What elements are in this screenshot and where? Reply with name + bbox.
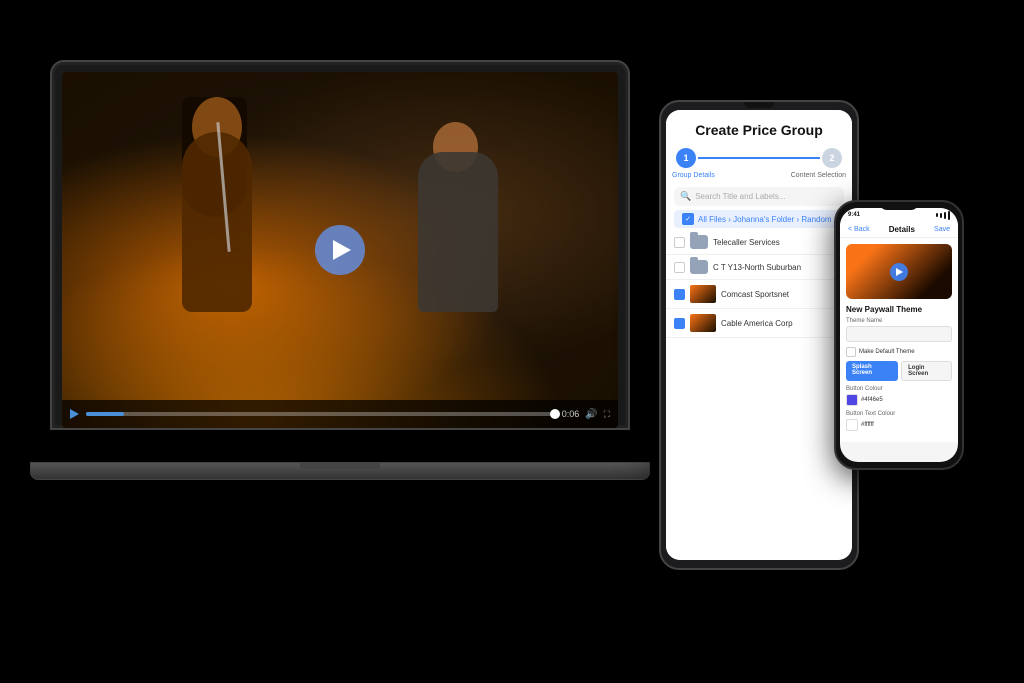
search-bar[interactable]: 🔍 Search Title and Labels... <box>674 187 844 206</box>
signal-bar-3 <box>944 212 946 219</box>
phone-time: 9:41 <box>848 212 860 218</box>
button-colour-field: #4f46e5 <box>846 394 952 406</box>
file-name-1: C T Y13-North Suburban <box>713 263 844 272</box>
step-labels: Group Details Content Selection <box>666 170 852 183</box>
make-default-label: Make Default Theme <box>859 349 915 355</box>
button-text-colour-field: #ffffff <box>846 419 952 431</box>
breadcrumb-text: All Files › Johanna's Folder › Random <box>698 215 832 224</box>
breadcrumb: ✓ All Files › Johanna's Folder › Random <box>674 210 844 228</box>
volume-icon[interactable]: 🔊 <box>585 409 597 420</box>
button-colour-value: #4f46e5 <box>861 397 883 403</box>
phone-video-play-icon[interactable] <box>890 263 908 281</box>
file-row-0[interactable]: Telecaller Services <box>666 230 852 255</box>
step-2-label: Content Selection <box>791 172 846 179</box>
laptop-screen: 0:06 🔊 ⛶ <box>50 60 630 430</box>
file-name-0: Telecaller Services <box>713 238 844 247</box>
singer-figure <box>162 92 322 312</box>
tablet-screen: Create Price Group 1 2 Group Details Con… <box>666 110 852 560</box>
tablet-title: Create Price Group <box>676 122 842 138</box>
stepper: 1 2 <box>666 142 852 170</box>
folder-icon-0 <box>690 235 708 249</box>
play-icon <box>333 240 351 260</box>
file-checkbox-1[interactable] <box>674 262 685 273</box>
laptop-display: 0:06 🔊 ⛶ <box>62 72 618 428</box>
step-1-circle: 1 <box>676 148 696 168</box>
step-1-number: 1 <box>683 153 688 163</box>
scene: 0:06 🔊 ⛶ Create Price Group <box>0 0 1024 683</box>
video-thumb-3 <box>690 314 716 332</box>
file-checkbox-0[interactable] <box>674 237 685 248</box>
signal-bar-1 <box>936 213 938 217</box>
progress-bar[interactable] <box>86 412 556 416</box>
laptop-base <box>30 462 650 480</box>
search-icon: 🔍 <box>680 191 691 202</box>
theme-name-label: Theme Name <box>846 318 952 324</box>
button-colour-group: Button Colour #4f46e5 <box>846 386 952 406</box>
phone-content: New Paywall Theme Theme Name Make Defaul… <box>840 238 958 442</box>
phone-play-triangle <box>896 268 903 276</box>
file-name-3: Cable America Corp <box>721 319 844 328</box>
make-default-checkbox[interactable] <box>846 347 856 357</box>
theme-name-input[interactable] <box>846 326 952 342</box>
file-checkbox-2[interactable] <box>674 289 685 300</box>
button-text-colour-value: #ffffff <box>861 422 874 428</box>
theme-name-group: Theme Name <box>846 318 952 342</box>
screen-type-buttons: Splash Screen Login Screen <box>846 361 952 381</box>
folder-icon-1 <box>690 260 708 274</box>
file-checkbox-3[interactable] <box>674 318 685 329</box>
button-text-colour-swatch[interactable] <box>846 419 858 431</box>
progress-handle[interactable] <box>550 409 560 419</box>
file-row-2[interactable]: Comcast Sportsnet <box>666 280 852 309</box>
button-colour-swatch[interactable] <box>846 394 858 406</box>
make-default-row: Make Default Theme <box>846 347 952 357</box>
phone-status-bar: 9:41 <box>840 208 958 222</box>
paywall-section-title: New Paywall Theme <box>846 305 952 314</box>
phone-video-thumb[interactable] <box>846 244 952 299</box>
step-line <box>698 157 820 159</box>
phone-nav: < Back Details Save <box>840 222 958 238</box>
login-screen-button[interactable]: Login Screen <box>901 361 952 381</box>
tablet: Create Price Group 1 2 Group Details Con… <box>659 100 859 570</box>
singer-body <box>182 132 252 312</box>
back-button[interactable]: < Back <box>848 226 870 233</box>
video-controls: 0:06 🔊 ⛶ <box>62 400 618 428</box>
guitarist-figure <box>388 112 538 312</box>
step-1-label: Group Details <box>672 172 715 179</box>
file-row-1[interactable]: C T Y13-North Suburban <box>666 255 852 280</box>
file-name-2: Comcast Sportsnet <box>721 290 844 299</box>
fullscreen-icon[interactable]: ⛶ <box>604 409 610 420</box>
step-2-circle: 2 <box>822 148 842 168</box>
signal-bar-2 <box>940 213 942 218</box>
phone-status-icons <box>936 211 950 220</box>
button-text-colour-label: Button Text Colour <box>846 411 952 417</box>
phone: 9:41 < Back Details Save <box>834 200 964 470</box>
tablet-camera <box>744 102 774 108</box>
video-thumb-2 <box>690 285 716 303</box>
guitarist-body <box>418 152 498 312</box>
step-2-number: 2 <box>829 153 834 163</box>
signal-bar-4 <box>948 211 950 220</box>
time-display: 0:06 <box>562 409 580 419</box>
phone-screen: 9:41 < Back Details Save <box>840 208 958 462</box>
play-control-icon[interactable] <box>70 409 80 419</box>
laptop: 0:06 🔊 ⛶ <box>50 60 640 480</box>
tablet-header: Create Price Group <box>666 110 852 142</box>
phone-notch <box>879 202 919 210</box>
play-button[interactable] <box>315 225 365 275</box>
breadcrumb-check-icon: ✓ <box>682 213 694 225</box>
concert-background: 0:06 🔊 ⛶ <box>62 72 618 428</box>
save-button[interactable]: Save <box>934 226 950 233</box>
file-row-3[interactable]: Cable America Corp <box>666 309 852 338</box>
laptop-hinge <box>300 463 380 469</box>
tablet-content: Create Price Group 1 2 Group Details Con… <box>666 110 852 560</box>
search-placeholder: Search Title and Labels... <box>695 192 785 201</box>
button-colour-label: Button Colour <box>846 386 952 392</box>
splash-screen-button[interactable]: Splash Screen <box>846 361 898 381</box>
phone-nav-title: Details <box>889 225 915 234</box>
progress-fill <box>86 412 124 416</box>
button-text-colour-group: Button Text Colour #ffffff <box>846 411 952 431</box>
